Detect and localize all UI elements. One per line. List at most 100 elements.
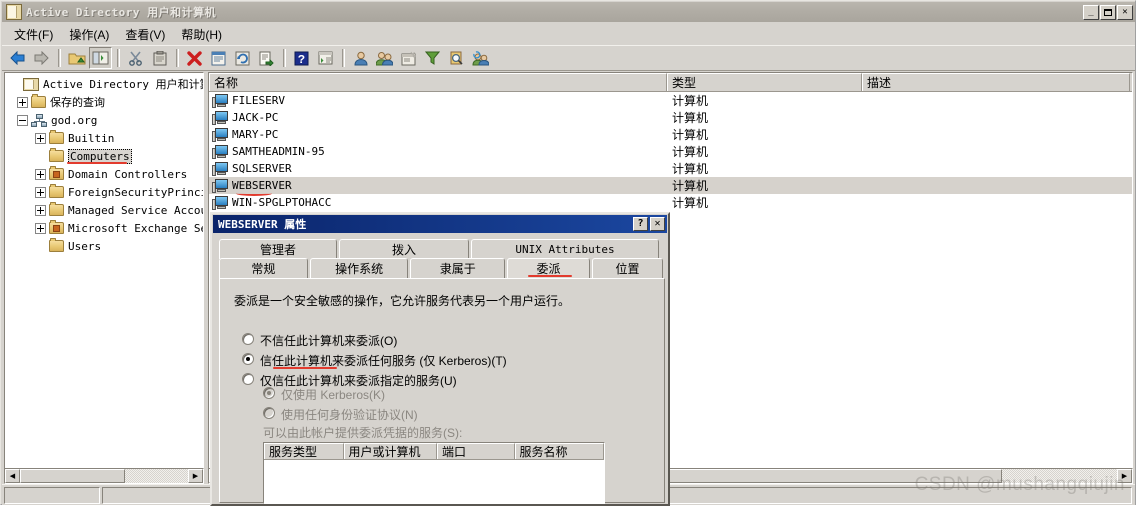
saved-query-icon[interactable] <box>469 47 492 69</box>
delegated-services-table[interactable]: 服务类型 用户或计算机 端口 服务名称 <box>263 442 605 504</box>
tab-member-of[interactable]: 隶属于 <box>410 258 506 278</box>
menu-action[interactable]: 操作(A) <box>63 24 119 45</box>
menu-view[interactable]: 查看(V) <box>119 24 175 45</box>
show-hide-console-tree-icon[interactable] <box>89 47 112 69</box>
delete-icon[interactable] <box>183 47 206 69</box>
list-body: FILESERV 计算机 JACK-PC 计算机 MARY-PC 计算机 SAM… <box>209 92 1132 211</box>
tree-horizontal-scrollbar[interactable]: ◀ ▶ <box>4 468 204 484</box>
dialog-close-button[interactable]: ✕ <box>650 217 665 231</box>
tree-item-builtin[interactable]: Builtin <box>5 129 203 147</box>
list-row-webserver[interactable]: WEBSERVER 计算机 <box>209 177 1132 196</box>
tab-managed-by[interactable]: 管理者 <box>219 239 337 259</box>
scroll-thumb[interactable] <box>20 469 125 483</box>
list-cell-type: 计算机 <box>672 111 709 125</box>
console-tree-pane[interactable]: Active Directory 用户和计算机 保存的查询 god.org Bu… <box>4 72 204 469</box>
menu-help[interactable]: 帮助(H) <box>175 24 232 45</box>
radio-do-not-trust[interactable]: 不信任此计算机来委派(O) <box>242 332 652 349</box>
list-row-samtheadmin-95[interactable]: SAMTHEADMIN-95 计算机 <box>209 143 1132 160</box>
filter-icon[interactable] <box>421 47 444 69</box>
tab-unix-attributes[interactable]: UNIX Attributes <box>471 239 659 259</box>
domain-icon <box>31 113 47 127</box>
expand-plus-icon[interactable] <box>35 168 46 180</box>
tab-label: 常规 <box>251 262 276 276</box>
radio-use-any-auth-protocol: 使用任何身份验证协议(N) <box>263 406 653 423</box>
svc-column-service-name[interactable]: 服务名称 <box>514 443 604 459</box>
scroll-left-arrow-icon[interactable]: ◀ <box>5 469 20 483</box>
column-type[interactable]: 类型 <box>667 73 862 91</box>
tree-item-root[interactable]: Active Directory 用户和计算机 <box>5 75 203 93</box>
minimize-button[interactable]: _ <box>1083 4 1099 20</box>
list-row-mary-pc[interactable]: MARY-PC 计算机 <box>209 126 1132 143</box>
tab-operating-system[interactable]: 操作系统 <box>309 258 409 278</box>
refresh-icon[interactable] <box>231 47 254 69</box>
tab-location[interactable]: 位置 <box>591 258 663 278</box>
svc-column-user-or-computer[interactable]: 用户或计算机 <box>343 443 437 459</box>
tree-toggle-none-icon <box>9 79 20 90</box>
tree-item-saved-queries[interactable]: 保存的查询 <box>5 93 203 111</box>
scroll-right-arrow-icon[interactable]: ▶ <box>188 469 203 483</box>
list-cell-type: 计算机 <box>672 128 709 142</box>
scroll-track[interactable] <box>1002 469 1117 483</box>
webserver-properties-dialog[interactable]: WEBSERVER 属性 ? ✕ 管理者 拨入 UNIX Attributes … <box>210 212 670 506</box>
tree-item-users[interactable]: Users <box>5 237 203 255</box>
expand-plus-icon[interactable] <box>35 204 46 216</box>
expand-plus-icon[interactable] <box>17 96 28 108</box>
maximize-button[interactable] <box>1100 4 1116 20</box>
tree-item-foreignsecurityprincipals[interactable]: ForeignSecurityPrincipals <box>5 183 203 201</box>
back-icon[interactable] <box>6 47 29 69</box>
annotation-underline-delegation-tab <box>528 275 573 277</box>
toolbar-separator-3 <box>176 49 179 67</box>
toolbar-separator-4 <box>283 49 286 67</box>
list-row-fileserv[interactable]: FILESERV 计算机 <box>209 92 1132 109</box>
computer-icon <box>212 144 228 159</box>
tab-label: 位置 <box>615 262 640 276</box>
scroll-right-arrow-icon[interactable]: ▶ <box>1117 469 1132 483</box>
list-cell-type: 计算机 <box>672 196 709 210</box>
tree-item-god-org[interactable]: god.org <box>5 111 203 129</box>
tree-item-label: god.org <box>51 113 98 127</box>
svc-column-port[interactable]: 端口 <box>436 443 515 459</box>
properties-icon[interactable] <box>207 47 230 69</box>
find-icon[interactable] <box>445 47 468 69</box>
radio-label: 仅使用 Kerberos(K) <box>281 388 386 402</box>
tree-item-managed-service-accounts[interactable]: Managed Service Accounts <box>5 201 203 219</box>
tab-delegation[interactable]: 委派 <box>507 258 590 278</box>
radio-trust-any-service-kerberos-only[interactable]: 信任此计算机来委派任何服务 (仅 Kerberos)(T) <box>242 352 652 369</box>
radio-button-icon[interactable] <box>242 373 254 385</box>
column-name[interactable]: 名称 <box>209 73 667 91</box>
folder-icon <box>31 94 46 108</box>
dialog-help-button[interactable]: ? <box>633 217 648 231</box>
ad-console-icon <box>23 77 39 91</box>
folder-icon <box>49 184 64 198</box>
tree-item-computers[interactable]: Computers <box>5 147 203 165</box>
copy-icon[interactable] <box>148 47 171 69</box>
tab-dial-in[interactable]: 拨入 <box>339 239 469 259</box>
radio-button-icon[interactable] <box>242 353 254 365</box>
menu-file[interactable]: 文件(F) <box>8 24 63 45</box>
help-icon[interactable]: ? <box>290 47 313 69</box>
tab-general[interactable]: 常规 <box>219 258 308 278</box>
new-ou-icon[interactable] <box>397 47 420 69</box>
tree-item-domain-controllers[interactable]: Domain Controllers <box>5 165 203 183</box>
export-list-icon[interactable] <box>255 47 278 69</box>
list-row-jack-pc[interactable]: JACK-PC 计算机 <box>209 109 1132 126</box>
list-row-win-spglptohacc[interactable]: WIN-SPGLPTOHACC 计算机 <box>209 194 1132 211</box>
close-button[interactable]: ✕ <box>1117 4 1133 20</box>
collapse-minus-icon[interactable] <box>17 114 28 126</box>
tree-item-microsoft-exchange-security-groups[interactable]: Microsoft Exchange Security Groups <box>5 219 203 237</box>
folder-icon <box>49 238 64 252</box>
expand-plus-icon[interactable] <box>35 186 46 198</box>
forward-icon[interactable] <box>30 47 53 69</box>
expand-plus-icon[interactable] <box>35 132 46 144</box>
cut-icon[interactable] <box>124 47 147 69</box>
scroll-track[interactable] <box>125 469 188 483</box>
radio-button-icon[interactable] <box>242 333 254 345</box>
new-user-icon[interactable] <box>349 47 372 69</box>
up-one-level-icon[interactable] <box>65 47 88 69</box>
show-tree-pane-icon[interactable] <box>314 47 337 69</box>
new-group-icon[interactable] <box>373 47 396 69</box>
column-description[interactable]: 描述 <box>862 73 1130 91</box>
expand-plus-icon[interactable] <box>35 222 46 234</box>
svc-column-service-type[interactable]: 服务类型 <box>264 443 344 459</box>
list-row-sqlserver[interactable]: SQLSERVER 计算机 <box>209 160 1132 177</box>
